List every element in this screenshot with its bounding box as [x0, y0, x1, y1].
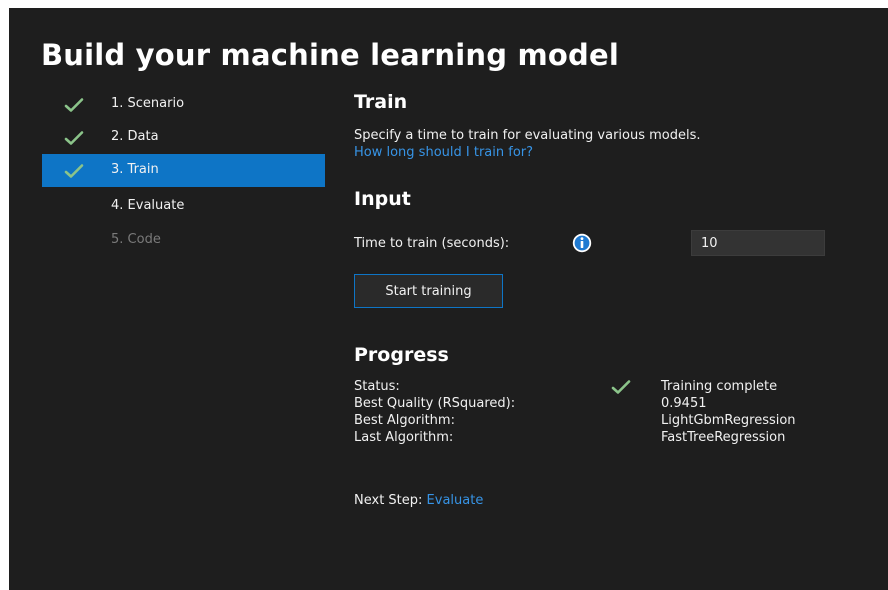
- best-quality-label: Best Quality (RSquared):: [354, 396, 516, 411]
- sidebar-item-data[interactable]: 2. Data: [42, 121, 325, 154]
- sidebar-item-label: 3. Train: [111, 162, 159, 177]
- start-training-button[interactable]: Start training: [354, 274, 503, 308]
- input-heading: Input: [354, 188, 411, 210]
- sidebar-item-label: 2. Data: [111, 129, 159, 144]
- best-algorithm-value: LightGbmRegression: [661, 413, 796, 428]
- next-step: Next Step: Evaluate: [354, 493, 483, 508]
- progress-heading: Progress: [354, 344, 449, 366]
- model-builder-window: Build your machine learning model 1. Sce…: [9, 8, 888, 590]
- check-icon: [64, 131, 84, 145]
- check-icon: [64, 98, 84, 112]
- train-help-link[interactable]: How long should I train for?: [354, 145, 533, 160]
- sidebar-item-train[interactable]: 3. Train: [42, 154, 325, 187]
- sidebar-item-label: 4. Evaluate: [111, 198, 185, 213]
- train-description: Specify a time to train for evaluating v…: [354, 128, 701, 143]
- last-algorithm-label: Last Algorithm:: [354, 430, 454, 445]
- sidebar-item-label: 5. Code: [111, 232, 161, 247]
- time-to-train-input[interactable]: [691, 230, 825, 256]
- last-algorithm-value: FastTreeRegression: [661, 430, 786, 445]
- next-step-label: Next Step:: [354, 493, 423, 508]
- next-step-evaluate-link[interactable]: Evaluate: [427, 493, 484, 508]
- sidebar-item-label: 1. Scenario: [111, 96, 185, 111]
- sidebar-item-evaluate[interactable]: 4. Evaluate: [42, 190, 325, 223]
- status-label: Status:: [354, 379, 400, 394]
- status-value: Training complete: [661, 379, 778, 394]
- sidebar-item-scenario[interactable]: 1. Scenario: [42, 88, 325, 121]
- check-icon: [64, 164, 84, 178]
- train-heading: Train: [354, 91, 408, 113]
- check-icon: [611, 380, 631, 394]
- sidebar-item-code: 5. Code: [42, 224, 325, 257]
- time-to-train-label: Time to train (seconds):: [354, 236, 510, 251]
- info-icon[interactable]: [572, 233, 592, 253]
- page-title: Build your machine learning model: [41, 38, 620, 72]
- best-algorithm-label: Best Algorithm:: [354, 413, 455, 428]
- best-quality-value: 0.9451: [661, 396, 707, 411]
